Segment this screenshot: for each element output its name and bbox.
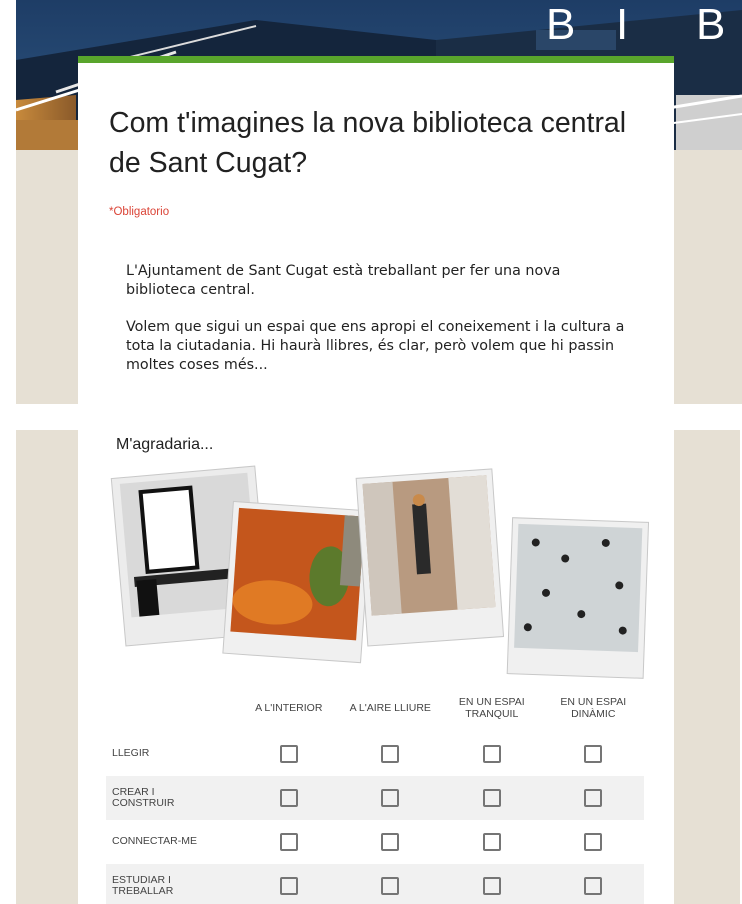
grid-checkbox[interactable] (482, 877, 501, 895)
grid-checkbox[interactable] (584, 833, 603, 851)
question-title: M'agradaria... (116, 436, 214, 453)
grid-checkbox[interactable] (381, 789, 400, 807)
grid-checkbox[interactable] (381, 745, 400, 763)
grid-row: CREAR I CONSTRUIR (106, 776, 644, 820)
form-header-panel: B I B Com t'imagines la nova biblioteca … (16, 0, 742, 404)
screenshot: B I B Com t'imagines la nova biblioteca … (0, 0, 742, 904)
grid-row-label: CREAR I CONSTRUIR (112, 785, 175, 809)
grid-header-row: A L'INTERIOR A L'AIRE LLIURE EN UN ESPAI… (106, 684, 644, 732)
grid-row: LLEGIR (106, 732, 644, 776)
required-note: *Obligatorio (109, 206, 170, 218)
banner-letter: I (616, 0, 629, 49)
grid-row-label: ESTUDIAR I TREBALLAR (112, 873, 174, 897)
grid-checkbox[interactable] (381, 877, 400, 895)
grid-column-header: A L'INTERIOR (255, 702, 323, 714)
question-card: M'agradaria... A L'INTERIOR A L'AIRE LLI… (78, 430, 674, 904)
banner-letters: B I B (546, 0, 742, 50)
form-header-card: Com t'imagines la nova biblioteca centra… (78, 56, 674, 404)
grid-row-label: LLEGIR (112, 747, 150, 760)
grid-checkbox[interactable] (584, 877, 603, 895)
grid-column-header: EN UN ESPAI DINÀMIC (560, 696, 627, 720)
banner-letter: B (546, 0, 576, 49)
grid-checkbox[interactable] (482, 789, 501, 807)
grid-checkbox[interactable] (279, 745, 298, 763)
grid-checkbox[interactable] (584, 745, 603, 763)
grid-checkbox[interactable] (381, 833, 400, 851)
grid-row-label: CONNECTAR-ME (112, 835, 197, 848)
grid-checkbox[interactable] (279, 833, 298, 851)
banner-letter: B (696, 0, 726, 49)
description-paragraph: L'Ajuntament de Sant Cugat està treballa… (126, 263, 561, 298)
grid-row: CONNECTAR-ME (106, 820, 644, 864)
grid-checkbox[interactable] (482, 833, 501, 851)
grid-checkbox[interactable] (279, 877, 298, 895)
bookshelf-photo (355, 468, 505, 647)
grid-checkbox[interactable] (584, 789, 603, 807)
question-panel: M'agradaria... A L'INTERIOR A L'AIRE LLI… (16, 430, 740, 904)
form-title: Com t'imagines la nova biblioteca centra… (109, 107, 627, 179)
grid-row: ESTUDIAR I TREBALLAR (106, 864, 644, 904)
crowd-photo (506, 517, 650, 679)
question-image-collage (104, 464, 656, 684)
grid-checkbox[interactable] (482, 745, 501, 763)
checkbox-grid: A L'INTERIOR A L'AIRE LLIURE EN UN ESPAI… (106, 684, 644, 904)
form-description: L'Ajuntament de Sant Cugat està treballa… (126, 262, 626, 393)
grid-column-header: EN UN ESPAI TRANQUIL (458, 696, 525, 720)
grid-column-header: A L'AIRE LLIURE (349, 702, 431, 714)
grid-checkbox[interactable] (279, 789, 298, 807)
description-paragraph: Volem que sigui un espai que ens apropi … (126, 319, 625, 373)
autumn-leaves-photo (222, 500, 372, 664)
